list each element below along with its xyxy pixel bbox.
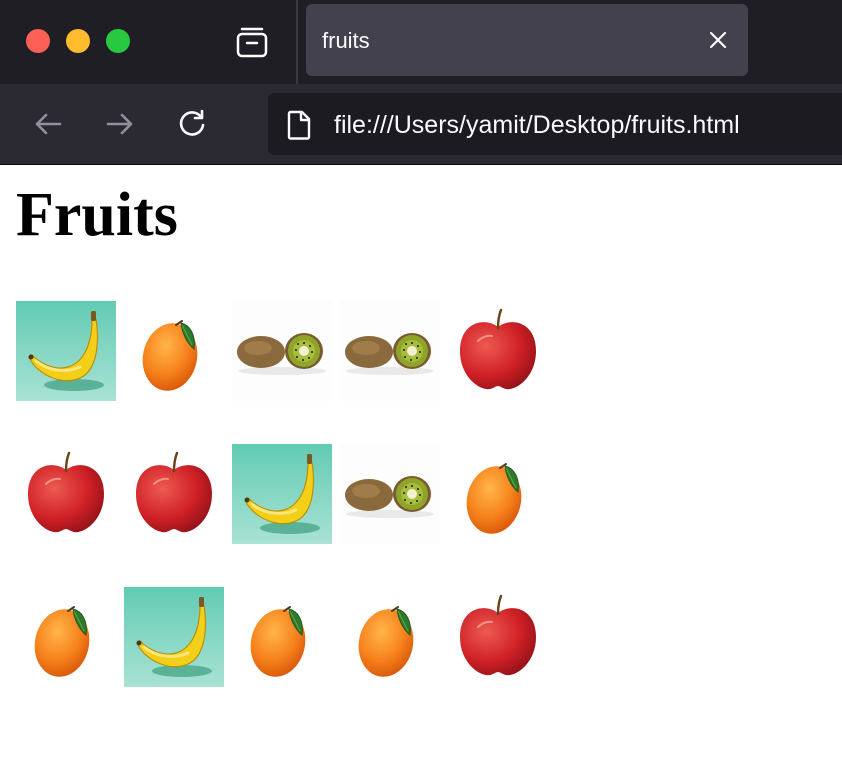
back-button[interactable] [28,104,68,144]
arrow-right-icon [106,113,133,135]
reload-button[interactable] [172,104,212,144]
close-icon[interactable] [708,30,728,50]
close-window-button[interactable] [26,29,50,53]
orange-image [232,587,332,687]
apple-image [448,587,548,687]
url-bar[interactable]: file:///Users/yamit/Desktop/fruits.html [268,93,842,155]
banana-image [124,587,224,687]
banana-image [232,444,332,544]
tab-overview-icon[interactable] [234,24,270,60]
orange-image [448,444,548,544]
orange-image [124,301,224,401]
banana-image [16,301,116,401]
kiwi-image [340,444,440,544]
title-bar: fruits [0,0,842,84]
orange-image [340,587,440,687]
arrow-left-icon [35,113,62,135]
page-title: Fruits [16,181,178,249]
url-text: file:///Users/yamit/Desktop/fruits.html [334,111,740,139]
page-content: Fruits [0,165,842,780]
apple-image [448,301,548,401]
page-icon [287,110,311,140]
tab-separator [296,0,298,84]
orange-image [16,587,116,687]
apple-image [124,444,224,544]
apple-image [16,444,116,544]
zoom-window-button[interactable] [106,29,130,53]
kiwi-image [232,301,332,401]
reload-icon [179,109,205,136]
tab-fruits[interactable]: fruits [306,4,748,76]
tab-title: fruits [322,28,370,53]
kiwi-image [340,301,440,401]
minimize-window-button[interactable] [66,29,90,53]
navigation-bar: file:///Users/yamit/Desktop/fruits.html [0,84,842,165]
forward-button[interactable] [100,104,140,144]
